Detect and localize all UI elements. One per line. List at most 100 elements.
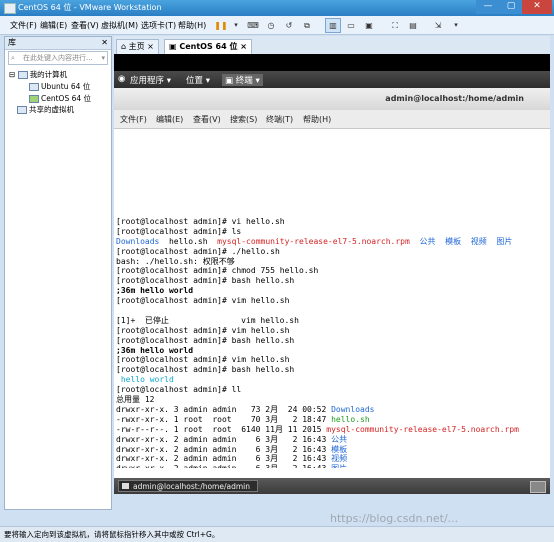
close-button[interactable]: ✕ [522,0,552,14]
tree-item-ubuntu[interactable]: Ubuntu 64 位 [29,81,90,92]
terminal-line: [root@localhost admin]# vim hello.sh [116,296,546,306]
terminal-window[interactable]: admin@localhost:/home/admin 文件(F) 编辑(E) … [114,88,550,478]
snapshot-manager-icon[interactable]: ⧉ [299,18,315,33]
terminal-menu-view[interactable]: 查看(V) [193,114,221,125]
pause-icon[interactable]: ❚❚ [213,18,229,33]
tab-centos[interactable]: ▣ CentOS 64 位 × [164,39,252,54]
terminal-output[interactable]: [root@localhost admin]# vi hello.sh [root… [116,128,546,468]
terminal-text: 公共 [331,434,348,444]
stretch-guest-icon[interactable]: ⇲ [430,18,446,33]
terminal-menu-search[interactable]: 搜索(S) [230,114,257,125]
terminal-text: [root@localhost admin]# chmod 755 hello.… [116,266,319,276]
terminal-line: -rwxr-xr-x. 1 root root 70 3月 2 18:47 he… [116,415,546,425]
tree-item-my-computer[interactable]: ⊟ 我的计算机 [9,69,67,80]
terminal-line: [root@localhost admin]# vi hello.sh [116,217,546,227]
gnome-applications-menu[interactable]: 应用程序 ▾ [130,74,171,86]
library-close-icon[interactable]: ✕ [101,37,108,49]
vm-icon [29,83,39,91]
terminal-text: -rwxr-xr-x. 1 root root 70 3月 2 18:47 [116,414,332,424]
library-search-input[interactable]: ⌕ 在此处键入内容进行... ▾ [8,51,108,65]
menu-edit[interactable]: 编辑(E) [40,20,67,31]
maximize-button[interactable]: ▢ [500,0,522,14]
terminal-text: Downloads [331,404,375,414]
terminal-text: [root@localhost admin]# ./hello.sh [116,246,280,256]
terminal-text: 总用量 12 [116,395,155,405]
chevron-down-icon[interactable]: ▾ [101,52,105,64]
terminal-line: drwxr-xr-x. 3 admin admin 73 2月 24 00:52… [116,405,546,415]
terminal-line: [root@localhost admin]# ll [116,385,546,395]
terminal-text: bash: ./hello.sh: 权限不够 [116,256,235,266]
workspace-switcher[interactable] [530,481,546,493]
terminal-text: hello.sh [331,414,370,424]
terminal-line: drwxr-xr-x. 2 admin admin 6 3月 2 16:43 图… [116,464,546,468]
revert-snapshot-icon[interactable]: ↺ [281,18,297,33]
show-library-icon[interactable]: ▥ [325,18,341,33]
library-search-placeholder: 在此处键入内容进行... [23,54,93,62]
terminal-line: drwxr-xr-x. 2 admin admin 6 3月 2 16:43 视… [116,454,546,464]
library-header: 库 ✕ [5,37,111,50]
console-view-icon[interactable]: ▣ [361,18,377,33]
minimize-button[interactable]: — [476,0,500,14]
terminal-text: drwxr-xr-x. 2 admin admin 6 3月 2 16:43 [116,454,332,464]
terminal-menu-edit[interactable]: 编辑(E) [156,114,183,125]
thumbnail-bar-icon[interactable]: ▭ [343,18,359,33]
pause-dropdown-icon[interactable]: ▾ [228,18,244,33]
terminal-titlebar: admin@localhost:/home/admin [114,88,550,111]
terminal-text: [root@localhost admin]# vim hello.sh [116,296,290,306]
gnome-top-panel: ◉ 应用程序 ▾ 位置 ▾ ▣ 终端 ▾ [114,71,550,88]
terminal-line: ;36m hello world [116,346,546,356]
menu-vm[interactable]: 虚拟机(M) [101,20,138,31]
terminal-line: [root@localhost admin]# bash hello.sh [116,336,546,346]
terminal-line: [root@localhost admin]# vim hello.sh [116,326,546,336]
terminal-line: drwxr-xr-x. 2 admin admin 6 3月 2 16:43 模… [116,445,546,455]
taskbar-terminal-button[interactable]: admin@localhost:/home/admin [118,480,258,492]
gnome-terminal-app-menu[interactable]: ▣ 终端 ▾ [222,74,263,86]
tree-item-centos[interactable]: CentOS 64 位 [29,93,91,104]
tab-strip: ⌂ 主页 × ▣ CentOS 64 位 × [114,36,550,54]
menu-help[interactable]: 帮助(H) [178,20,206,31]
fullscreen-icon[interactable]: ⛶ [387,18,403,33]
view-dropdown-icon[interactable]: ▾ [448,18,464,33]
terminal-menu-terminal[interactable]: 终端(T) [266,114,293,125]
tab-home[interactable]: ⌂ 主页 × [116,39,159,54]
terminal-text: 模板 [331,444,348,454]
terminal-text: drwxr-xr-x. 2 admin admin 6 3月 2 16:43 [116,444,332,454]
terminal-line: drwxr-xr-x. 2 admin admin 6 3月 2 16:43 公… [116,435,546,445]
library-title: 库 [8,38,16,47]
terminal-text: Downloads [116,236,160,246]
collapse-icon[interactable]: ⊟ [9,70,15,79]
unity-icon[interactable]: ▤ [405,18,421,33]
search-icon: ⌕ [11,54,15,62]
vm-console[interactable]: ◉ 应用程序 ▾ 位置 ▾ ▣ 终端 ▾ admin@localhost:/ho… [114,54,550,494]
menu-file[interactable]: 文件(F) [10,20,37,31]
terminal-text: [root@localhost admin]# vim hello.sh [116,325,290,335]
snapshot-icon[interactable]: ◷ [263,18,279,33]
gnome-bottom-panel: admin@localhost:/home/admin [114,478,550,494]
close-tab-icon[interactable]: × [240,42,247,51]
terminal-menu-help[interactable]: 帮助(H) [303,114,331,125]
terminal-line: [root@localhost admin]# ls [116,227,546,237]
menu-view[interactable]: 查看(V) [71,20,99,31]
terminal-text: [root@localhost admin]# bash hello.sh [116,276,295,286]
terminal-menu-file[interactable]: 文件(F) [120,114,147,125]
vmware-app-icon [4,3,16,14]
tree-item-shared-vms[interactable]: 共享的虚拟机 [17,104,74,115]
terminal-line: ;36m hello world [116,286,546,296]
gnome-places-menu[interactable]: 位置 ▾ [186,74,210,86]
terminal-text: [root@localhost admin]# ls [116,226,242,236]
close-tab-icon[interactable]: × [147,42,154,51]
send-ctrl-alt-del-icon[interactable]: ⌨ [245,18,261,33]
vm-running-icon [29,95,39,103]
menu-tabs[interactable]: 选项卡(T) [141,20,176,31]
terminal-text: drwxr-xr-x. 2 admin admin 6 3月 2 16:43 [116,434,332,444]
home-icon: ⌂ [121,42,127,51]
